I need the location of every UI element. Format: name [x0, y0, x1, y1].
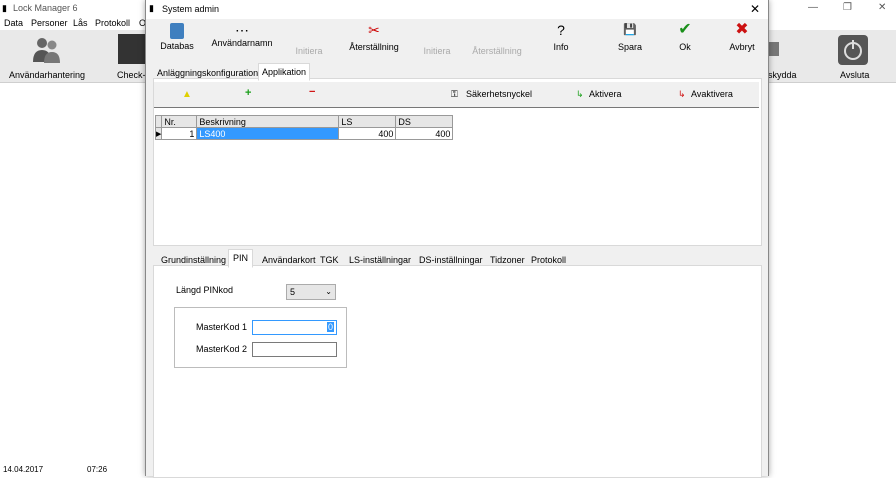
bg-window-title: Lock Manager 6 [13, 3, 78, 13]
bg-menu-protokoll[interactable]: Protokoll [95, 18, 130, 28]
column-header-ds[interactable]: DS [395, 115, 454, 128]
status-time: 07:26 [87, 465, 108, 474]
red-x-icon: ✖ [735, 21, 749, 38]
column-header-ls[interactable]: LS [338, 115, 397, 128]
lock-grid: Nr. Beskrivning LS DS ▶ 1 LS400 400 400 [154, 115, 454, 140]
checkmark-icon: ✔ [678, 21, 692, 38]
reset-button-2[interactable]: Återställning [469, 26, 525, 66]
username-button[interactable]: ⋯ Användarnamn [210, 20, 274, 60]
database-button[interactable]: Databas [156, 20, 198, 60]
master-code-group [174, 307, 347, 368]
power-icon[interactable] [837, 34, 869, 66]
move-up-icon[interactable]: ▲ [182, 89, 192, 100]
master-code-1-label: MasterKod 1 [196, 322, 248, 332]
activate-icon: ↳ [576, 89, 584, 99]
table-row[interactable]: ▶ 1 LS400 400 400 [154, 127, 454, 140]
deactivate-button[interactable]: Avaktivera [691, 89, 733, 99]
bg-menu-personer[interactable]: Personer [31, 18, 68, 28]
system-admin-dialog: ▮ System admin ✕ Databas ⋯ Användarnamn … [145, 0, 769, 478]
dialog-title: System admin [162, 4, 220, 14]
ok-button[interactable]: ✔ Ok [672, 20, 698, 60]
floppy-icon: 💾 [623, 24, 637, 36]
column-header-description[interactable]: Beskrivning [196, 115, 340, 128]
master-code-2-input[interactable] [252, 342, 337, 357]
chevron-down-icon: ⌄ [325, 287, 332, 296]
reset-button-1[interactable]: ✂ Återställning [346, 20, 402, 60]
grid-header-row: Nr. Beskrivning LS DS [154, 115, 454, 128]
bg-tool-checkin[interactable]: Check- [117, 70, 146, 80]
initiate-button-1[interactable]: Initiera [289, 26, 329, 66]
app-logo-icon: ▮ [2, 3, 7, 13]
remove-icon[interactable]: − [309, 86, 315, 98]
add-icon[interactable]: + [245, 87, 251, 99]
master-code-1-value: 0 [326, 322, 334, 332]
initiate-button-2[interactable]: Initiera [417, 26, 457, 66]
checkin-icon[interactable] [118, 34, 146, 64]
bg-restore-icon[interactable]: ❐ [843, 2, 852, 13]
key-icon: ⚿ [451, 89, 458, 99]
status-date: 14.04.2017 [3, 465, 44, 474]
bg-tool-exit[interactable]: Avsluta [840, 70, 869, 80]
save-button[interactable]: 💾 Spara [615, 20, 645, 60]
bg-close-icon[interactable]: ✕ [878, 2, 886, 13]
master-code-1-input[interactable]: 0 [252, 320, 337, 335]
question-icon: ? [557, 22, 565, 38]
pin-length-select[interactable]: 5 ⌄ [286, 284, 336, 300]
dialog-app-icon: ▮ [149, 3, 154, 13]
cell-description[interactable]: LS400 [196, 127, 340, 140]
activate-button[interactable]: Aktivera [589, 89, 622, 99]
bg-minimize-icon[interactable]: — [808, 2, 818, 13]
dialog-close-icon[interactable]: ✕ [750, 2, 760, 16]
pin-length-label: Längd PINkod [176, 285, 234, 295]
cancel-button[interactable]: ✖ Avbryt [726, 20, 758, 60]
database-icon [170, 23, 184, 39]
bg-menu-data[interactable]: Data [4, 18, 23, 28]
tab-applikation[interactable]: Applikation [258, 63, 311, 81]
tab-pin[interactable]: PIN [228, 249, 254, 268]
users-icon[interactable] [30, 34, 62, 66]
bg-menu-las[interactable]: Lås [73, 18, 88, 28]
master-code-2-label: MasterKod 2 [196, 344, 248, 354]
info-button[interactable]: ? Info [546, 20, 576, 60]
cell-ds[interactable]: 400 [395, 127, 454, 140]
ellipsis-icon: ⋯ [235, 22, 249, 38]
pin-panel [153, 265, 762, 478]
cell-nr[interactable]: 1 [161, 127, 198, 140]
pin-length-value: 5 [290, 287, 296, 297]
cell-ls[interactable]: 400 [338, 127, 397, 140]
bg-tool-users[interactable]: Användarhantering [9, 70, 85, 80]
security-key-button[interactable]: Säkerhetsnyckel [466, 89, 532, 99]
reset-icon: ✂ [368, 22, 380, 38]
bg-tool-protect[interactable]: skydda [768, 70, 797, 80]
deactivate-icon: ↳ [678, 89, 686, 99]
dialog-titlebar [146, 0, 768, 19]
column-header-nr[interactable]: Nr. [161, 115, 198, 128]
